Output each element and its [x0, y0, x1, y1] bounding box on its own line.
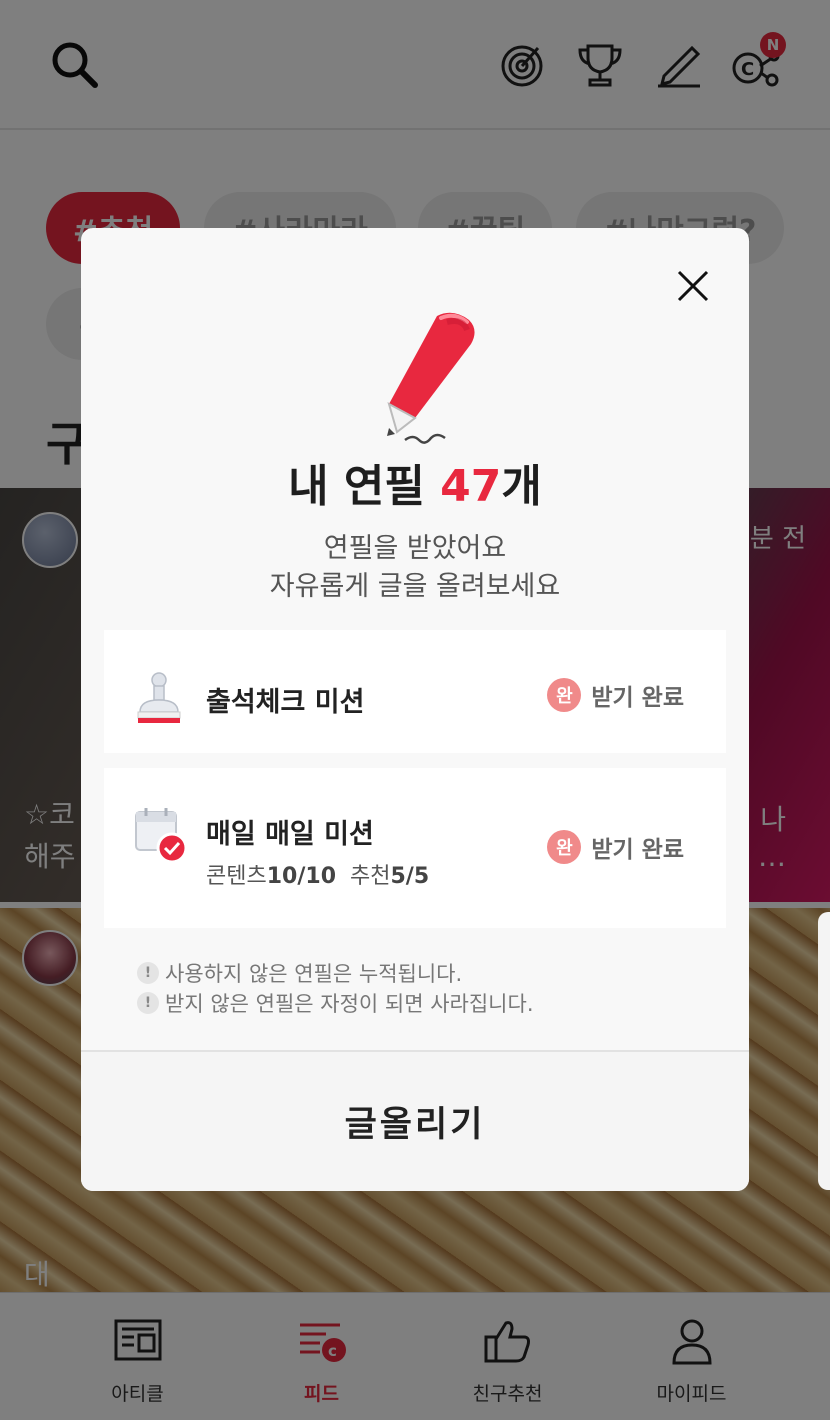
side-panel-edge	[818, 912, 830, 1190]
title-suffix: 개	[501, 461, 542, 512]
pencil-modal: 내 연필 47개 연필을 받았어요 자유롭게 글을 올려보세요 출석체크 미션 …	[81, 228, 749, 1191]
mission-status: 완 받기 완료	[547, 678, 684, 712]
subtitle-line: 자유롭게 글을 올려보세요	[269, 571, 561, 602]
stamp-icon	[137, 672, 181, 723]
notice-list: ! 사용하지 않은 연필은 누적됩니다. ! 받지 않은 연필은 자정이 되면 사라…	[137, 958, 534, 1018]
close-icon	[677, 270, 709, 302]
daily-mission: 매일 매일 미션 콘텐츠10/10 추천5/5 완 받기 완료	[104, 768, 726, 928]
done-badge: 완	[547, 830, 582, 864]
title-prefix: 내 연필	[288, 461, 441, 512]
notice-item: ! 사용하지 않은 연필은 누적됩니다.	[137, 958, 534, 988]
status-label: 받기 완료	[591, 685, 684, 711]
modal-subtitle: 연필을 받았어요 자유롭게 글을 올려보세요	[81, 530, 749, 606]
mission-title: 출석체크 미션	[206, 687, 365, 718]
mission-progress: 콘텐츠10/10 추천5/5	[206, 858, 429, 890]
exclamation-icon: !	[137, 962, 159, 984]
mission-title: 매일 매일 미션	[206, 819, 374, 850]
write-post-button[interactable]: 글올리기	[81, 1050, 749, 1191]
progress-label: 콘텐츠	[206, 864, 267, 889]
red-pencil-icon	[387, 312, 475, 444]
calendar-check-icon	[135, 808, 188, 864]
status-label: 받기 완료	[591, 837, 684, 863]
pencil-count-title: 내 연필 47개	[81, 450, 749, 514]
subtitle-line: 연필을 받았어요	[323, 533, 507, 564]
progress-value: 10/10	[266, 864, 336, 889]
progress-value: 5/5	[390, 864, 430, 889]
progress-label: 추천	[350, 864, 391, 889]
done-badge: 완	[547, 678, 582, 712]
pencil-count: 47	[440, 461, 502, 512]
notice-text: 받지 않은 연필은 자정이 되면 사라집니다.	[165, 992, 534, 1016]
mission-status: 완 받기 완료	[547, 830, 684, 864]
attendance-mission: 출석체크 미션 완 받기 완료	[104, 630, 726, 753]
close-button[interactable]	[671, 264, 715, 308]
notice-text: 사용하지 않은 연필은 누적됩니다.	[165, 962, 463, 986]
exclamation-icon: !	[137, 992, 159, 1014]
notice-item: ! 받지 않은 연필은 자정이 되면 사라집니다.	[137, 988, 534, 1018]
